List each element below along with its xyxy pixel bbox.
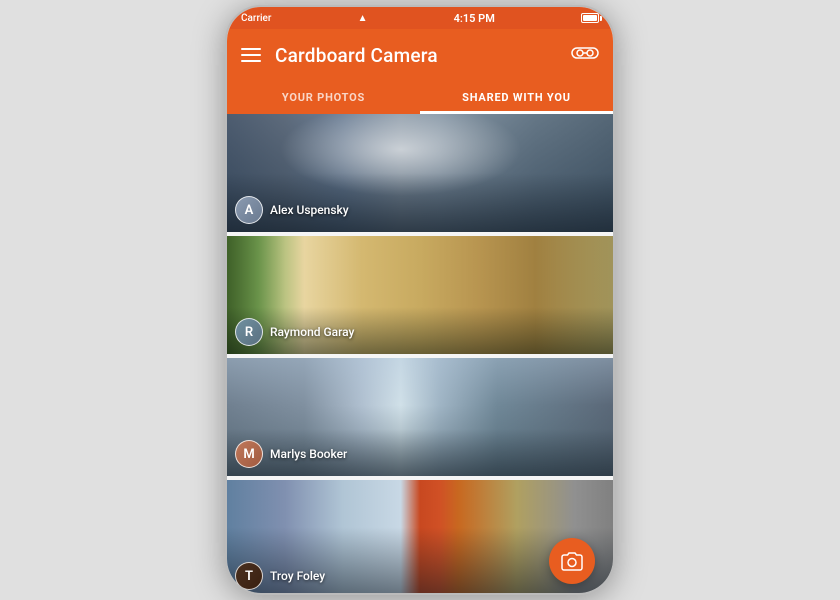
tabs: YOUR PHOTOS SHARED WITH YOU xyxy=(227,81,613,114)
tab-your-photos[interactable]: YOUR PHOTOS xyxy=(227,81,420,114)
photo-card-1[interactable]: A Alex Uspensky xyxy=(227,114,613,232)
user-name-1: Alex Uspensky xyxy=(270,203,349,217)
battery-fill xyxy=(583,15,597,21)
phone-frame: Carrier ▲ 4:15 PM Cardboard Camera xyxy=(225,5,615,595)
user-info-4: T Troy Foley xyxy=(235,562,325,590)
app-header: Cardboard Camera xyxy=(227,29,613,81)
hamburger-line-3 xyxy=(241,60,261,62)
battery-area xyxy=(581,13,599,23)
vr-icon[interactable] xyxy=(571,45,599,66)
battery-icon xyxy=(581,13,599,23)
avatar-3: M xyxy=(235,440,263,468)
photo-card-3[interactable]: M Marlys Booker xyxy=(227,358,613,476)
user-info-1: A Alex Uspensky xyxy=(235,196,349,224)
carrier-text: Carrier xyxy=(241,13,271,24)
content-area[interactable]: A Alex Uspensky R Raymond Garay M Mar xyxy=(227,114,613,593)
user-name-2: Raymond Garay xyxy=(270,325,354,339)
user-info-3: M Marlys Booker xyxy=(235,440,347,468)
avatar-1: A xyxy=(235,196,263,224)
time-text: 4:15 PM xyxy=(454,12,495,25)
user-info-2: R Raymond Garay xyxy=(235,318,354,346)
tab-shared-with-you[interactable]: SHARED WITH YOU xyxy=(420,81,613,114)
app-title: Cardboard Camera xyxy=(275,44,438,67)
hamburger-line-2 xyxy=(241,54,261,56)
header-left: Cardboard Camera xyxy=(241,44,438,67)
take-photo-fab[interactable] xyxy=(549,538,595,584)
photo-card-4[interactable]: T Troy Foley xyxy=(227,480,613,593)
photo-card-2[interactable]: R Raymond Garay xyxy=(227,236,613,354)
camera-icon xyxy=(561,551,583,571)
menu-button[interactable] xyxy=(241,48,261,62)
wifi-icon: ▲ xyxy=(358,13,368,24)
user-name-3: Marlys Booker xyxy=(270,447,347,461)
user-name-4: Troy Foley xyxy=(270,569,325,583)
avatar-4: T xyxy=(235,562,263,590)
status-bar: Carrier ▲ 4:15 PM xyxy=(227,7,613,29)
avatar-2: R xyxy=(235,318,263,346)
hamburger-line-1 xyxy=(241,48,261,50)
